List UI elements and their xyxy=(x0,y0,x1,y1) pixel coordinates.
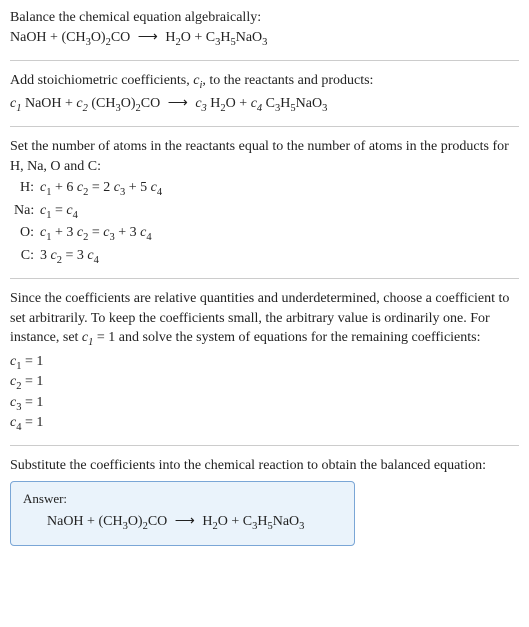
intro-section: Balance the chemical equation algebraica… xyxy=(10,8,519,50)
atom-equation: 3 c2 = 3 c4 xyxy=(40,246,99,268)
atom-equation: c1 = c4 xyxy=(40,201,78,223)
reaction-arrow-icon: ⟶ xyxy=(175,512,195,532)
eq-rhs: H2O + C3H5NaO3 xyxy=(202,514,304,529)
step2-text: Set the number of atoms in the reactants… xyxy=(10,137,519,176)
step1-section: Add stoichiometric coefficients, ci, to … xyxy=(10,71,519,116)
eq-lhs: NaOH + (CH3O)2CO xyxy=(47,514,167,529)
divider xyxy=(10,60,519,61)
intro-equation: NaOH + (CH3O)2CO ⟶ H2O + C3H5NaO3 xyxy=(10,28,519,50)
table-row: H: c1 + 6 c2 = 2 c3 + 5 c4 xyxy=(14,178,519,200)
eq-lhs: NaOH + (CH3O)2CO xyxy=(10,30,130,45)
intro-text: Balance the chemical equation algebraica… xyxy=(10,8,519,28)
step4-section: Substitute the coefficients into the che… xyxy=(10,456,519,476)
divider xyxy=(10,445,519,446)
answer-box: Answer: NaOH + (CH3O)2CO ⟶ H2O + C3H5NaO… xyxy=(10,481,355,546)
answer-equation: NaOH + (CH3O)2CO ⟶ H2O + C3H5NaO3 xyxy=(23,512,342,534)
atom-label: C: xyxy=(14,246,40,266)
atom-balance-table: H: c1 + 6 c2 = 2 c3 + 5 c4 Na: c1 = c4 O… xyxy=(14,178,519,268)
divider xyxy=(10,278,519,279)
table-row: O: c1 + 3 c2 = c3 + 3 c4 xyxy=(14,223,519,245)
atom-equation: c1 + 6 c2 = 2 c3 + 5 c4 xyxy=(40,178,162,200)
table-row: C: 3 c2 = 3 c4 xyxy=(14,246,519,268)
atom-label: H: xyxy=(14,178,40,198)
reaction-arrow-icon: ⟶ xyxy=(168,94,188,114)
list-item: c1 = 1 xyxy=(10,353,519,373)
coefficient-list: c1 = 1 c2 = 1 c3 = 1 c4 = 1 xyxy=(10,353,519,435)
table-row: Na: c1 = c4 xyxy=(14,201,519,223)
step3-section: Since the coefficients are relative quan… xyxy=(10,289,519,434)
step4-text: Substitute the coefficients into the che… xyxy=(10,456,519,476)
list-item: c3 = 1 xyxy=(10,394,519,414)
atom-label: O: xyxy=(14,223,40,243)
atom-label: Na: xyxy=(14,201,40,221)
list-item: c4 = 1 xyxy=(10,414,519,434)
step3-text: Since the coefficients are relative quan… xyxy=(10,289,519,351)
eq-rhs: H2O + C3H5NaO3 xyxy=(165,30,267,45)
step2-section: Set the number of atoms in the reactants… xyxy=(10,137,519,268)
step1-equation: c1 NaOH + c2 (CH3O)2CO ⟶ c3 H2O + c4 C3H… xyxy=(10,94,519,116)
atom-equation: c1 + 3 c2 = c3 + 3 c4 xyxy=(40,223,152,245)
answer-label: Answer: xyxy=(23,490,342,508)
divider xyxy=(10,126,519,127)
step1-text: Add stoichiometric coefficients, ci, to … xyxy=(10,71,519,93)
reaction-arrow-icon: ⟶ xyxy=(138,28,158,48)
list-item: c2 = 1 xyxy=(10,373,519,393)
